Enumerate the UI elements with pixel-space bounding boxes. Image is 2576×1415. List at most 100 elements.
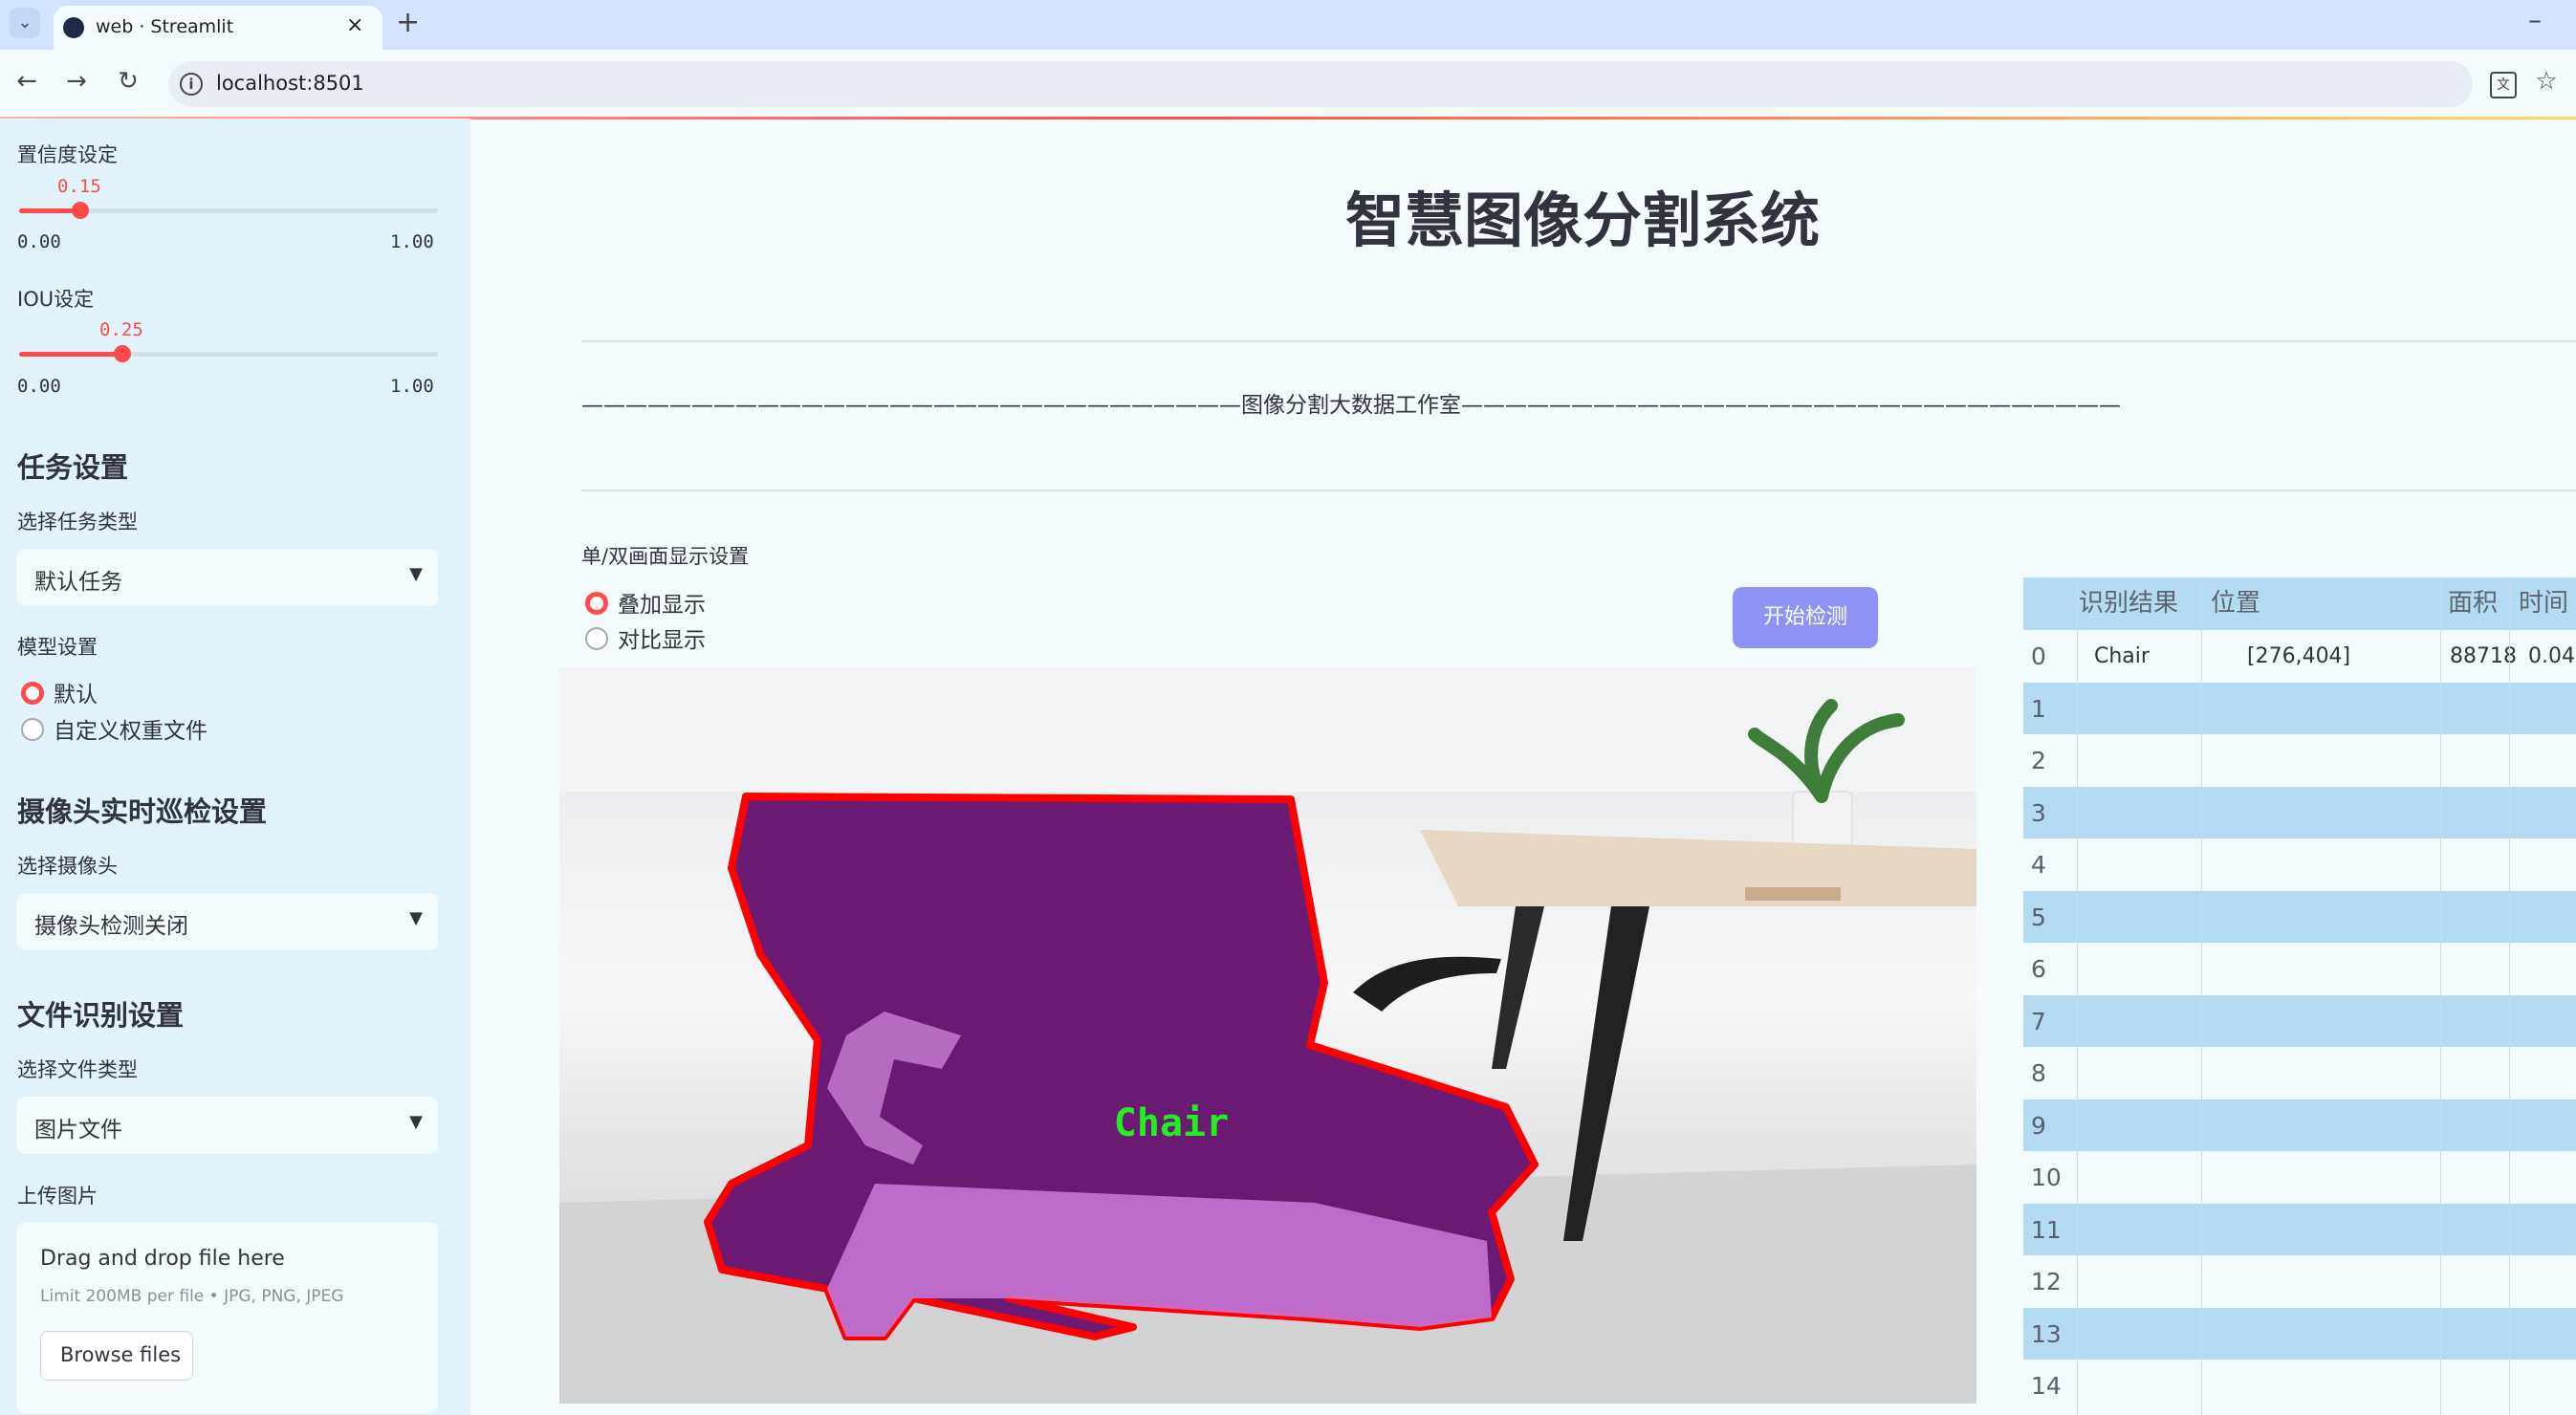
iou-slider-thumb[interactable]: [114, 345, 131, 362]
upload-label: 上传图片: [17, 1185, 98, 1208]
display-mode-label: 单/双画面显示设置: [581, 545, 750, 568]
table-row[interactable]: 1: [2023, 682, 2576, 735]
file-dropzone[interactable]: Drag and drop file here Limit 200MB per …: [17, 1222, 438, 1413]
row-index: 0: [2031, 642, 2046, 670]
column-divider: [2509, 577, 2510, 1415]
studio-banner: ——————————————————————————————图像分割大数据工作室…: [581, 393, 2121, 418]
tab-title: web · Streamlit: [96, 16, 234, 37]
cell-time: 0.04: [2528, 644, 2575, 668]
table-row[interactable]: 5: [2023, 890, 2576, 944]
desk-leg: [1492, 906, 1544, 1069]
minimize-icon[interactable]: –: [2528, 4, 2542, 35]
table-header-row: 识别结果 位置 面积 时间: [2023, 577, 2576, 630]
camera-label: 选择摄像头: [17, 855, 118, 878]
file-type-select[interactable]: 图片文件 ▼: [17, 1097, 438, 1154]
browser-tab[interactable]: web · Streamlit ×: [54, 6, 382, 50]
row-index: 8: [2031, 1059, 2046, 1087]
confidence-label: 置信度设定: [17, 143, 118, 166]
site-info-icon[interactable]: i: [180, 73, 203, 96]
table-row[interactable]: 13: [2023, 1307, 2576, 1361]
header-area[interactable]: 面积: [2448, 577, 2498, 630]
row-index: 6: [2031, 955, 2046, 983]
new-tab-icon[interactable]: +: [396, 6, 420, 39]
camera-select[interactable]: 摄像头检测关闭 ▼: [17, 893, 438, 950]
model-label: 模型设置: [17, 636, 98, 659]
header-position[interactable]: 位置: [2211, 577, 2260, 630]
column-divider: [2077, 577, 2078, 1415]
display-option-overlay[interactable]: 叠加显示: [618, 586, 706, 619]
divider: [581, 490, 2576, 491]
forward-arrow-icon[interactable]: →: [61, 67, 92, 96]
row-index: 3: [2031, 798, 2046, 827]
chevron-down-icon: ▼: [409, 564, 423, 584]
header-result[interactable]: 识别结果: [2079, 577, 2178, 630]
column-divider: [2201, 577, 2202, 1415]
table-row[interactable]: 2: [2023, 734, 2576, 787]
url-bar[interactable]: i localhost:8501: [168, 61, 2473, 107]
table-row[interactable]: 12: [2023, 1255, 2576, 1308]
confidence-slider-thumb[interactable]: [72, 202, 89, 219]
row-index: 7: [2031, 1007, 2046, 1035]
confidence-min: 0.00: [17, 231, 61, 252]
row-index: 13: [2031, 1319, 2062, 1348]
iou-slider-fill: [19, 352, 122, 357]
reload-icon[interactable]: ↻: [113, 67, 143, 96]
bookmark-star-icon[interactable]: ☆: [2532, 67, 2561, 96]
table-row[interactable]: 14: [2023, 1360, 2576, 1412]
model-option-default[interactable]: 默认: [54, 676, 98, 708]
translate-icon[interactable]: 文: [2490, 72, 2517, 98]
model-radio-default[interactable]: [21, 682, 44, 705]
display-radio-overlay[interactable]: [585, 592, 608, 615]
row-index: 9: [2031, 1111, 2046, 1140]
row-index: 12: [2031, 1268, 2062, 1295]
detection-label: Chair: [1114, 1101, 1229, 1145]
divider: [581, 340, 2576, 342]
table-row[interactable]: 7: [2023, 994, 2576, 1048]
table-row[interactable]: 3: [2023, 786, 2576, 839]
file-type-value: 图片文件: [34, 1118, 122, 1143]
iou-min: 0.00: [17, 376, 61, 397]
confidence-max: 1.00: [390, 231, 434, 252]
streamlit-favicon-icon: [63, 17, 84, 38]
dropzone-limit: Limit 200MB per file • JPG, PNG, JPEG: [40, 1287, 344, 1306]
confidence-value: 0.15: [57, 176, 101, 197]
start-detection-button[interactable]: 开始检测: [1733, 587, 1878, 648]
table-row[interactable]: 0 Chair [276,404] 88718 0.04: [2023, 630, 2576, 683]
cell-position: [276,404]: [2247, 644, 2351, 668]
row-index: 10: [2031, 1164, 2062, 1191]
table-row[interactable]: 8: [2023, 1047, 2576, 1099]
back-arrow-icon[interactable]: ←: [11, 67, 42, 96]
task-type-select[interactable]: 默认任务 ▼: [17, 549, 438, 606]
sidebar: [0, 119, 470, 1415]
results-table[interactable]: 识别结果 位置 面积 时间 0 Chair [276,404] 88718 0.04 1 2…: [2023, 577, 2576, 1415]
header-time[interactable]: 时间: [2519, 577, 2568, 630]
row-index: 4: [2031, 851, 2046, 879]
row-index: 14: [2031, 1372, 2062, 1400]
segmented-scene: Chair: [559, 667, 1976, 1404]
table-row[interactable]: 11: [2023, 1203, 2576, 1256]
desk-top: [1420, 830, 1976, 906]
url-text[interactable]: localhost:8501: [216, 72, 364, 95]
iou-label: IOU设定: [17, 288, 95, 311]
model-radio-custom[interactable]: [21, 718, 44, 741]
table-row[interactable]: 4: [2023, 838, 2576, 891]
table-row[interactable]: 9: [2023, 1099, 2576, 1152]
detection-image: Chair: [559, 667, 1976, 1404]
background-chair-arm: [1353, 956, 1501, 1012]
model-option-custom[interactable]: 自定义权重文件: [54, 712, 207, 745]
tab-list-chevron-icon[interactable]: ⌄: [10, 8, 40, 38]
file-section-heading: 文件识别设置: [17, 999, 185, 1032]
row-index: 11: [2031, 1215, 2062, 1244]
task-type-value: 默认任务: [34, 570, 122, 595]
display-option-compare[interactable]: 对比显示: [618, 621, 706, 654]
display-radio-compare[interactable]: [585, 627, 608, 650]
table-row[interactable]: 10: [2023, 1151, 2576, 1204]
camera-section-heading: 摄像头实时巡检设置: [17, 795, 268, 828]
cell-area: 88718: [2450, 644, 2517, 668]
cell-result: Chair: [2094, 644, 2150, 668]
browse-files-button[interactable]: Browse files: [40, 1331, 193, 1381]
table-row[interactable]: 6: [2023, 943, 2576, 995]
task-section-heading: 任务设置: [17, 451, 129, 484]
row-index: 5: [2031, 903, 2046, 931]
tab-close-icon[interactable]: ×: [346, 13, 363, 37]
